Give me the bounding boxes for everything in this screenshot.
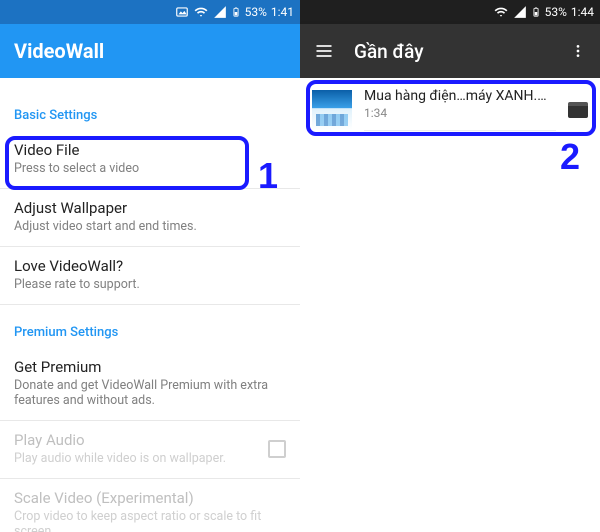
status-bar: 53% 1:44 <box>300 0 600 24</box>
app-bar: VideoWall <box>0 24 300 78</box>
setting-subtitle: Crop video to keep aspect ratio or scale… <box>14 509 286 532</box>
setting-title: Love VideoWall? <box>14 257 286 275</box>
signal-icon <box>213 5 227 19</box>
setting-scale-video: Scale Video (Experimental) Crop video to… <box>0 479 300 532</box>
setting-play-audio: Play Audio Play audio while video is on … <box>0 421 300 479</box>
setting-title: Play Audio <box>14 431 226 449</box>
recent-files-list: Mua hàng điện…máy XANH.mp4 1:34 <box>300 78 600 532</box>
setting-subtitle: Adjust video start and end times. <box>14 219 286 234</box>
setting-subtitle: Donate and get VideoWall Premium with ex… <box>14 378 286 408</box>
video-thumbnail <box>312 90 352 130</box>
setting-title: Adjust Wallpaper <box>14 199 286 217</box>
clock: 1:44 <box>571 5 594 19</box>
video-type-icon <box>568 102 588 118</box>
file-name: Mua hàng điện…máy XANH.mp4 <box>364 88 556 104</box>
wifi-icon <box>193 5 209 19</box>
battery-percent: 53% <box>245 5 267 19</box>
section-premium-settings: Premium Settings <box>0 325 300 348</box>
app-title: Gần đây <box>354 40 424 63</box>
settings-list: Basic Settings Video File Press to selec… <box>0 78 300 532</box>
wifi-icon <box>493 5 509 19</box>
signal-icon <box>513 5 527 19</box>
file-duration: 1:34 <box>364 106 556 120</box>
app-title: VideoWall <box>14 39 104 63</box>
hamburger-menu-icon[interactable] <box>314 41 334 61</box>
setting-title: Video File <box>14 141 286 159</box>
screen-file-picker: 53% 1:44 Gần đây Mua hàng điện…máy XANH.… <box>300 0 600 532</box>
setting-video-file[interactable]: Video File Press to select a video <box>0 131 300 189</box>
checkbox <box>268 440 286 458</box>
section-basic-settings: Basic Settings <box>0 108 300 131</box>
image-icon <box>175 5 189 19</box>
setting-subtitle: Play audio while video is on wallpaper. <box>14 451 226 466</box>
battery-percent: 53% <box>545 5 567 19</box>
battery-icon <box>531 5 541 19</box>
setting-adjust-wallpaper[interactable]: Adjust Wallpaper Adjust video start and … <box>0 189 300 247</box>
status-bar: 53% 1:41 <box>0 0 300 24</box>
setting-subtitle: Please rate to support. <box>14 277 286 292</box>
app-bar: Gần đây <box>300 24 600 78</box>
overflow-menu-icon[interactable] <box>570 41 586 61</box>
clock: 1:41 <box>271 5 294 19</box>
setting-title: Get Premium <box>14 358 286 376</box>
screen-videowall-settings: 53% 1:41 VideoWall Basic Settings Video … <box>0 0 300 532</box>
setting-title: Scale Video (Experimental) <box>14 489 286 507</box>
setting-subtitle: Press to select a video <box>14 161 286 176</box>
setting-get-premium[interactable]: Get Premium Donate and get VideoWall Pre… <box>0 348 300 421</box>
battery-icon <box>231 5 241 19</box>
file-row[interactable]: Mua hàng điện…máy XANH.mp4 1:34 <box>300 78 600 141</box>
setting-love-videowall[interactable]: Love VideoWall? Please rate to support. <box>0 247 300 305</box>
